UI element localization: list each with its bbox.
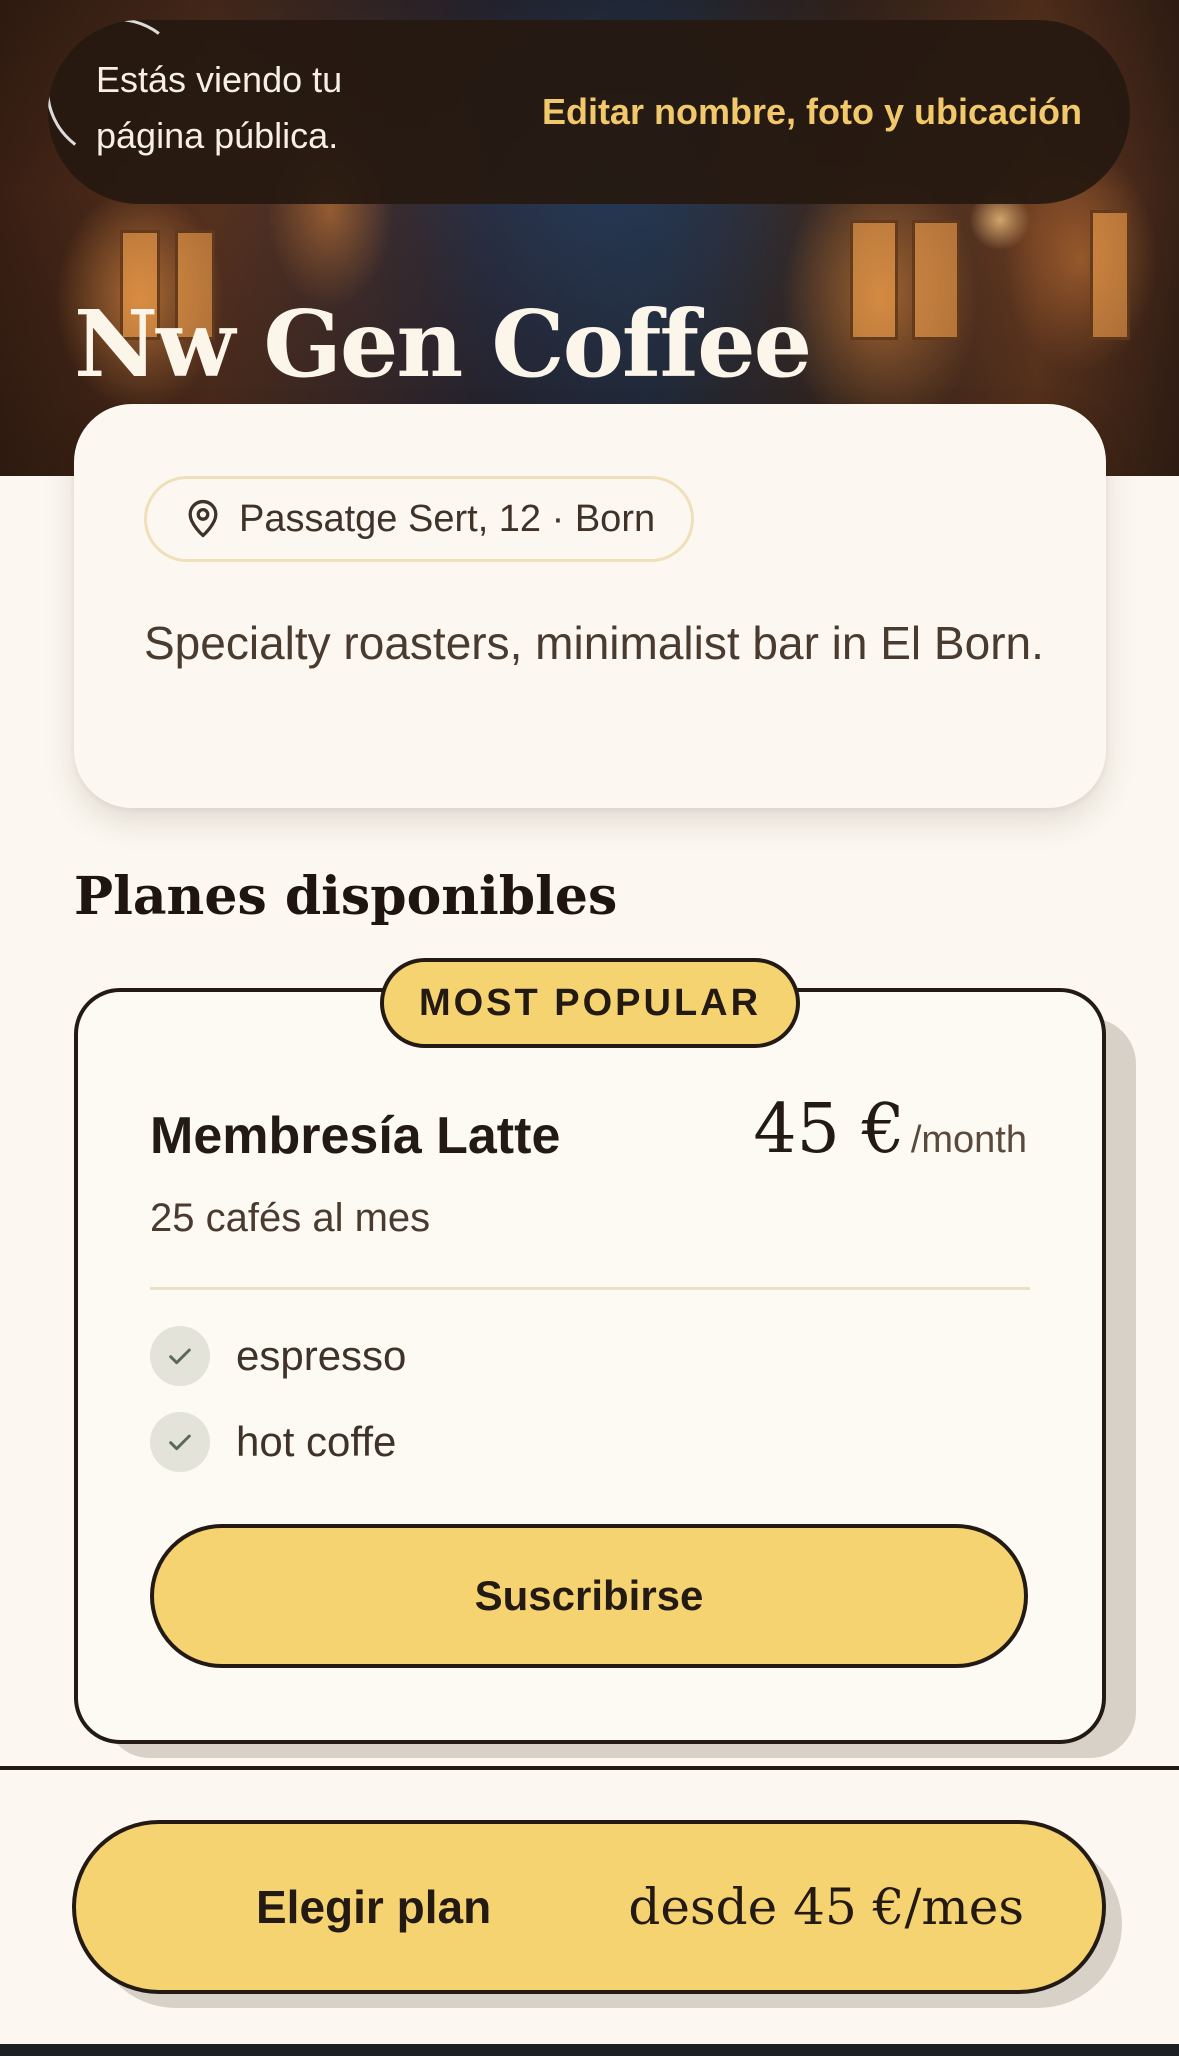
check-icon [150, 1326, 210, 1386]
choose-plan-label: Elegir plan [256, 1881, 492, 1933]
feature-label: hot coffe [236, 1418, 397, 1465]
cafe-name: Nw Gen Coffee [74, 290, 812, 398]
system-bottom-strip [0, 2044, 1179, 2056]
hero-window [850, 220, 898, 340]
location-pill: Passatge Sert, 12 · Born [144, 476, 695, 562]
public-page-banner: Estás viendo tu página pública. Editar n… [48, 20, 1130, 204]
hero-window [912, 220, 960, 340]
subscribe-button[interactable]: Suscribirse [150, 1524, 1028, 1668]
choose-plan-button[interactable]: Elegir plan desde 45 €/mes [72, 1820, 1106, 1994]
location-text: Passatge Sert, 12 · Born [239, 497, 656, 540]
feature-item: espresso [150, 1326, 406, 1386]
public-page-message: Estás viendo tu página pública. [96, 59, 343, 156]
cafe-info-card: Passatge Sert, 12 · Born Specialty roast… [74, 404, 1106, 808]
choose-plan-price: desde 45 €/mes [628, 1878, 1024, 1936]
plan-name: Membresía Latte [150, 1107, 561, 1165]
plan-price: 45 € /month [753, 1090, 1027, 1169]
edit-profile-link[interactable]: Editar nombre, foto y ubicación [542, 91, 1082, 133]
plan-price-amount: 45 € [753, 1090, 905, 1169]
feature-label: espresso [236, 1332, 407, 1379]
map-pin-icon [188, 499, 218, 538]
cafe-description: Specialty roasters, minimalist bar in El… [144, 617, 1044, 669]
feature-item: hot coffe [150, 1412, 396, 1472]
plan-price-period: /month [910, 1119, 1027, 1161]
check-icon [150, 1412, 210, 1472]
most-popular-badge: MOST POPULAR [380, 958, 800, 1048]
plan-divider [150, 1287, 1030, 1290]
plans-section-title: Planes disponibles [74, 866, 618, 927]
plan-subtitle: 25 cafés al mes [150, 1196, 431, 1240]
hero-window [1090, 210, 1130, 340]
